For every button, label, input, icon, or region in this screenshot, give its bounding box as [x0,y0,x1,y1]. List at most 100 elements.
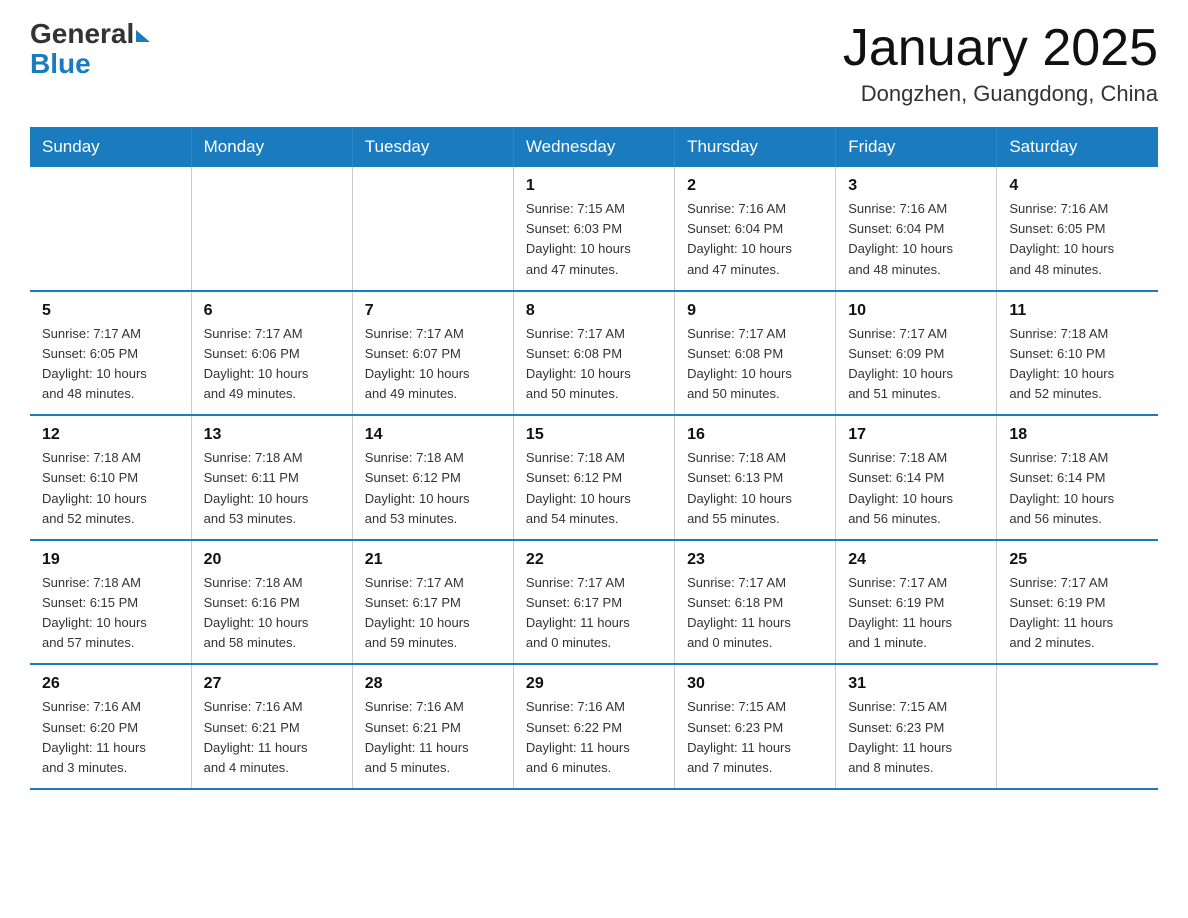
day-info: Sunrise: 7:18 AM Sunset: 6:11 PM Dayligh… [204,448,340,529]
weekday-header-saturday: Saturday [997,127,1158,167]
logo: General Blue [30,20,150,80]
day-number: 12 [42,426,179,444]
day-number: 21 [365,551,501,569]
day-info: Sunrise: 7:17 AM Sunset: 6:05 PM Dayligh… [42,324,179,405]
calendar-cell: 1Sunrise: 7:15 AM Sunset: 6:03 PM Daylig… [513,167,674,291]
calendar-week-row: 19 Sunrise: 7:18 AM Sunset: 6:15 PM Dayli… [30,540,1158,665]
calendar-header: SundayMondayTuesdayWednesdayThursdayFrid… [30,127,1158,167]
day-info: Sunrise: 7:17 AM Sunset: 6:08 PM Dayligh… [526,324,662,405]
day-info: Sunrise: 7:18 AM Sunset: 6:14 PM Dayligh… [1009,448,1146,529]
day-info: Sunrise: 7:15 AM Sunset: 6:23 PM Dayligh… [687,697,823,778]
calendar-cell: 11 Sunrise: 7:18 AM Sunset: 6:10 PM Dayli… [997,291,1158,416]
calendar-cell: 25 Sunrise: 7:17 AM Sunset: 6:19 PM Dayli… [997,540,1158,665]
day-info: Sunrise: 7:18 AM Sunset: 6:15 PM Dayligh… [42,573,179,654]
calendar-cell: 7 Sunrise: 7:17 AM Sunset: 6:07 PM Daylig… [352,291,513,416]
day-info: Sunrise: 7:16 AM Sunset: 6:21 PM Dayligh… [365,697,501,778]
day-info: Sunrise: 7:17 AM Sunset: 6:07 PM Dayligh… [365,324,501,405]
day-info: Sunrise: 7:17 AM Sunset: 6:19 PM Dayligh… [1009,573,1146,654]
calendar-cell: 23Sunrise: 7:17 AM Sunset: 6:18 PM Dayli… [675,540,836,665]
calendar-cell: 24 Sunrise: 7:17 AM Sunset: 6:19 PM Dayli… [836,540,997,665]
calendar-cell: 10 Sunrise: 7:17 AM Sunset: 6:09 PM Dayli… [836,291,997,416]
calendar-week-row: 1Sunrise: 7:15 AM Sunset: 6:03 PM Daylig… [30,167,1158,291]
day-number: 2 [687,177,823,195]
day-number: 5 [42,302,179,320]
day-number: 18 [1009,426,1146,444]
day-number: 22 [526,551,662,569]
location-text: Dongzhen, Guangdong, China [843,81,1158,107]
calendar-cell: 16Sunrise: 7:18 AM Sunset: 6:13 PM Dayli… [675,415,836,540]
calendar-week-row: 12 Sunrise: 7:18 AM Sunset: 6:10 PM Dayli… [30,415,1158,540]
day-number: 27 [204,675,340,693]
calendar-cell: 13 Sunrise: 7:18 AM Sunset: 6:11 PM Dayli… [191,415,352,540]
day-number: 17 [848,426,984,444]
calendar-cell: 29 Sunrise: 7:16 AM Sunset: 6:22 PM Dayli… [513,664,674,789]
day-number: 7 [365,302,501,320]
calendar-cell [30,167,191,291]
calendar-cell: 15Sunrise: 7:18 AM Sunset: 6:12 PM Dayli… [513,415,674,540]
day-info: Sunrise: 7:15 AM Sunset: 6:03 PM Dayligh… [526,199,662,280]
day-info: Sunrise: 7:18 AM Sunset: 6:14 PM Dayligh… [848,448,984,529]
day-number: 10 [848,302,984,320]
day-info: Sunrise: 7:16 AM Sunset: 6:22 PM Dayligh… [526,697,662,778]
calendar-cell: 5 Sunrise: 7:17 AM Sunset: 6:05 PM Daylig… [30,291,191,416]
day-info: Sunrise: 7:16 AM Sunset: 6:20 PM Dayligh… [42,697,179,778]
calendar-cell: 9 Sunrise: 7:17 AM Sunset: 6:08 PM Daylig… [675,291,836,416]
logo-blue-text: Blue [30,48,91,80]
day-number: 26 [42,675,179,693]
day-number: 15 [526,426,662,444]
day-info: Sunrise: 7:16 AM Sunset: 6:04 PM Dayligh… [687,199,823,280]
calendar-body: 1Sunrise: 7:15 AM Sunset: 6:03 PM Daylig… [30,167,1158,789]
calendar-table: SundayMondayTuesdayWednesdayThursdayFrid… [30,127,1158,790]
calendar-cell [191,167,352,291]
calendar-cell: 8Sunrise: 7:17 AM Sunset: 6:08 PM Daylig… [513,291,674,416]
calendar-cell: 14 Sunrise: 7:18 AM Sunset: 6:12 PM Dayli… [352,415,513,540]
calendar-cell [997,664,1158,789]
day-info: Sunrise: 7:18 AM Sunset: 6:12 PM Dayligh… [365,448,501,529]
calendar-cell: 20 Sunrise: 7:18 AM Sunset: 6:16 PM Dayli… [191,540,352,665]
day-number: 9 [687,302,823,320]
day-number: 25 [1009,551,1146,569]
day-info: Sunrise: 7:18 AM Sunset: 6:16 PM Dayligh… [204,573,340,654]
weekday-header-friday: Friday [836,127,997,167]
weekday-header-thursday: Thursday [675,127,836,167]
day-number: 6 [204,302,340,320]
day-number: 31 [848,675,984,693]
calendar-cell: 3Sunrise: 7:16 AM Sunset: 6:04 PM Daylig… [836,167,997,291]
day-number: 29 [526,675,662,693]
day-info: Sunrise: 7:17 AM Sunset: 6:06 PM Dayligh… [204,324,340,405]
weekday-header-row: SundayMondayTuesdayWednesdayThursdayFrid… [30,127,1158,167]
day-number: 19 [42,551,179,569]
calendar-week-row: 5 Sunrise: 7:17 AM Sunset: 6:05 PM Daylig… [30,291,1158,416]
day-number: 4 [1009,177,1146,195]
day-number: 24 [848,551,984,569]
calendar-cell: 6 Sunrise: 7:17 AM Sunset: 6:06 PM Daylig… [191,291,352,416]
day-info: Sunrise: 7:17 AM Sunset: 6:09 PM Dayligh… [848,324,984,405]
calendar-cell: 21 Sunrise: 7:17 AM Sunset: 6:17 PM Dayli… [352,540,513,665]
day-number: 28 [365,675,501,693]
calendar-cell: 18 Sunrise: 7:18 AM Sunset: 6:14 PM Dayli… [997,415,1158,540]
day-number: 14 [365,426,501,444]
day-number: 20 [204,551,340,569]
day-number: 30 [687,675,823,693]
calendar-cell: 12 Sunrise: 7:18 AM Sunset: 6:10 PM Dayli… [30,415,191,540]
day-info: Sunrise: 7:18 AM Sunset: 6:10 PM Dayligh… [1009,324,1146,405]
calendar-cell: 30 Sunrise: 7:15 AM Sunset: 6:23 PM Dayli… [675,664,836,789]
day-number: 13 [204,426,340,444]
calendar-cell: 22Sunrise: 7:17 AM Sunset: 6:17 PM Dayli… [513,540,674,665]
calendar-cell [352,167,513,291]
calendar-cell: 17 Sunrise: 7:18 AM Sunset: 6:14 PM Dayli… [836,415,997,540]
day-number: 16 [687,426,823,444]
page-header: General Blue January 2025 Dongzhen, Guan… [30,20,1158,107]
weekday-header-tuesday: Tuesday [352,127,513,167]
day-info: Sunrise: 7:18 AM Sunset: 6:10 PM Dayligh… [42,448,179,529]
calendar-week-row: 26 Sunrise: 7:16 AM Sunset: 6:20 PM Dayli… [30,664,1158,789]
calendar-cell: 28 Sunrise: 7:16 AM Sunset: 6:21 PM Dayli… [352,664,513,789]
day-info: Sunrise: 7:17 AM Sunset: 6:08 PM Dayligh… [687,324,823,405]
calendar-cell: 26 Sunrise: 7:16 AM Sunset: 6:20 PM Dayli… [30,664,191,789]
day-info: Sunrise: 7:17 AM Sunset: 6:19 PM Dayligh… [848,573,984,654]
day-info: Sunrise: 7:17 AM Sunset: 6:17 PM Dayligh… [365,573,501,654]
weekday-header-monday: Monday [191,127,352,167]
calendar-cell: 31Sunrise: 7:15 AM Sunset: 6:23 PM Dayli… [836,664,997,789]
day-number: 11 [1009,302,1146,320]
month-title: January 2025 [843,20,1158,77]
